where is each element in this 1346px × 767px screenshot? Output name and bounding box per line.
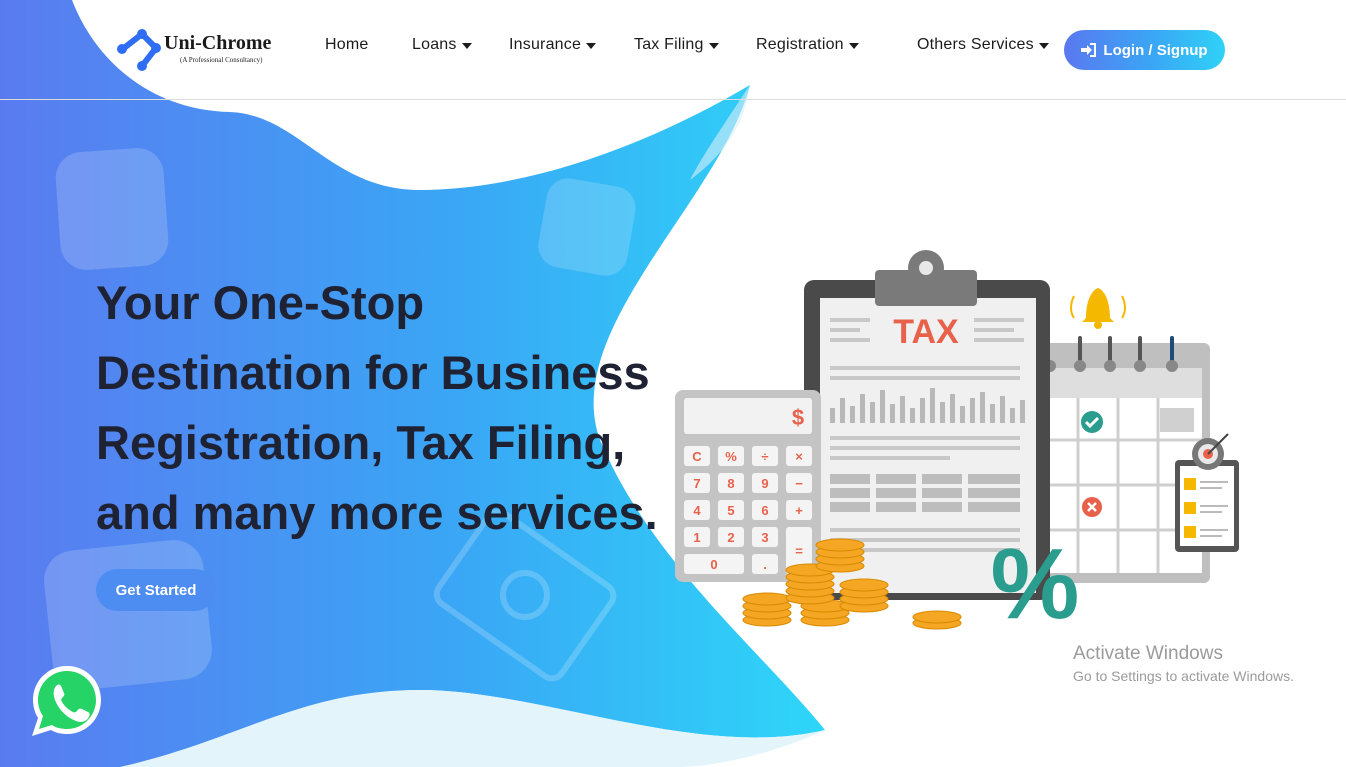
- nav-label-tax-filing: Tax Filing: [634, 36, 704, 53]
- cross-icon: [1082, 497, 1102, 517]
- nav-item-home[interactable]: Home: [325, 35, 368, 55]
- calc-key-label: 9: [761, 476, 768, 491]
- hero-title-line-3: Registration, Tax Filing,: [96, 416, 626, 469]
- watermark-title: Activate Windows: [1073, 643, 1223, 664]
- nav-label-loans: Loans: [412, 36, 457, 53]
- hero-title-line-4: and many more services.: [96, 486, 658, 539]
- get-started-button[interactable]: Get Started: [96, 569, 216, 611]
- calc-key-label: .: [763, 557, 767, 572]
- nav-item-tax-filing[interactable]: Tax Filing: [634, 35, 719, 55]
- calc-key-label: 3: [761, 530, 768, 545]
- calc-display: $: [792, 405, 804, 430]
- hero-title-line-1: Your One-Stop: [96, 276, 425, 329]
- percent-symbol: %: [991, 528, 1080, 638]
- sign-in-icon: [1081, 43, 1097, 57]
- calc-key-label: 5: [727, 503, 734, 518]
- watermark-subtitle: Go to Settings to activate Windows.: [1073, 668, 1294, 684]
- caret-down-icon: [586, 42, 597, 49]
- hero-title: Your One-Stop Destination for Business R…: [96, 268, 696, 548]
- caret-down-icon: [1038, 42, 1049, 49]
- tax-heading: TAX: [893, 313, 959, 351]
- brand-tagline: (A Professional Consultancy): [180, 56, 263, 64]
- calc-key-label: −: [795, 476, 803, 491]
- calc-key-label: 2: [727, 530, 734, 545]
- bell-icon: [1070, 288, 1126, 329]
- calc-key-label: 6: [761, 503, 768, 518]
- get-started-label: Get Started: [115, 581, 197, 599]
- brand-logo[interactable]: Uni-Chrome (A Professional Consultancy): [112, 26, 292, 76]
- check-icon: [1081, 411, 1103, 433]
- calc-key-label: %: [725, 449, 737, 464]
- logo-mark-icon: [117, 29, 161, 71]
- windows-activation-watermark: Activate Windows Go to Settings to activ…: [1073, 643, 1294, 687]
- calc-key-label: =: [795, 544, 803, 559]
- nav-label-home: Home: [325, 36, 369, 53]
- caret-down-icon: [848, 42, 859, 49]
- calc-key-label: 0: [710, 557, 717, 572]
- caret-down-icon: [461, 42, 472, 49]
- tax-illustration: TAX % $ C% ÷ ×7 8 9 −4 5 6 +1 2 3=0.: [675, 250, 1239, 638]
- caret-down-icon: [708, 42, 719, 49]
- whatsapp-icon: [32, 666, 101, 736]
- calc-key-label: 8: [727, 476, 734, 491]
- whatsapp-button[interactable]: [28, 662, 106, 740]
- nav-label-registration: Registration: [756, 36, 844, 53]
- calculator-icon: $ C% ÷ ×7 8 9 −4 5 6 +1 2 3=0.: [675, 390, 821, 582]
- calc-key-label: ×: [795, 449, 803, 464]
- nav-label-others-services: Others Services: [917, 36, 1034, 53]
- login-signup-button[interactable]: Login / Signup: [1064, 30, 1225, 70]
- login-signup-label: Login / Signup: [1103, 41, 1208, 59]
- nav-label-insurance: Insurance: [509, 36, 582, 53]
- nav-item-insurance[interactable]: Insurance: [509, 35, 597, 55]
- calc-key-label: ÷: [761, 449, 768, 464]
- nav-item-loans[interactable]: Loans: [412, 35, 472, 55]
- nav-item-registration[interactable]: Registration: [756, 35, 859, 55]
- site-header: Uni-Chrome (A Professional Consultancy) …: [0, 0, 1346, 100]
- nav-item-others-services[interactable]: Others Services: [917, 35, 1049, 55]
- hero-title-line-2: Destination for Business: [96, 346, 650, 399]
- brand-name: Uni-Chrome: [164, 32, 272, 54]
- calc-key-label: +: [795, 503, 803, 518]
